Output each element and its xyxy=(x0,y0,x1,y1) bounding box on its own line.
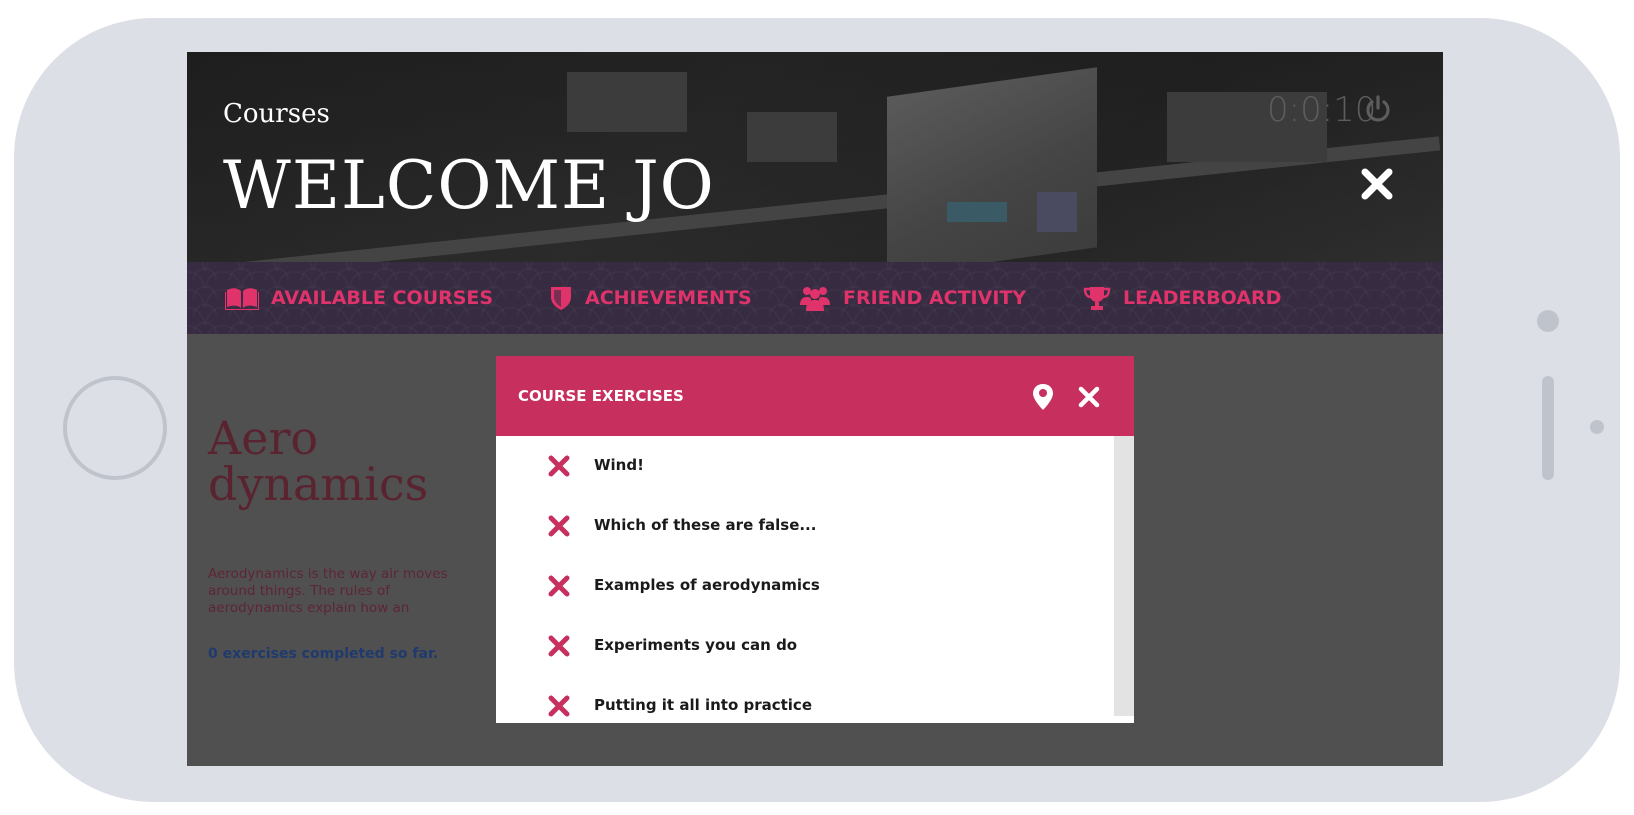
book-icon xyxy=(225,288,259,310)
course-title-line: dynamics xyxy=(208,457,429,511)
incomplete-x-icon xyxy=(548,695,570,717)
incomplete-x-icon xyxy=(548,455,570,477)
background-block xyxy=(567,72,687,132)
exercise-label: Examples of aerodynamics xyxy=(594,576,820,594)
exercise-row[interactable]: Experiments you can do xyxy=(496,616,1114,676)
session-timer: 0:0:10 xyxy=(1267,90,1377,130)
section-label: Courses xyxy=(223,99,330,129)
course-progress: 0 exercises completed so far. xyxy=(208,646,439,662)
camera-dot xyxy=(1537,310,1559,332)
speaker-grille xyxy=(1542,376,1554,480)
nav-label: FRIEND ACTIVITY xyxy=(843,287,1027,309)
exercise-row[interactable]: Which of these are false... xyxy=(496,496,1114,556)
shield-icon xyxy=(551,287,571,310)
nav-label: LEADERBOARD xyxy=(1123,287,1282,309)
nav-label: AVAILABLE COURSES xyxy=(271,287,494,309)
app-screen: Courses WELCOME JO 0:0:10 AVAILABLE COUR… xyxy=(187,52,1443,766)
exercise-list-scrollbar[interactable] xyxy=(1114,436,1134,716)
users-icon xyxy=(800,287,830,311)
close-icon[interactable] xyxy=(1360,167,1394,201)
course-description: Aerodynamics is the way air moves around… xyxy=(208,566,448,616)
background-building xyxy=(887,67,1097,262)
exercise-label: Putting it all into practice xyxy=(594,696,812,714)
map-pin-icon[interactable] xyxy=(1032,383,1054,411)
exercise-row[interactable]: Examples of aerodynamics xyxy=(496,556,1114,616)
incomplete-x-icon xyxy=(548,515,570,537)
background-awning xyxy=(947,202,1007,222)
background-block xyxy=(747,112,837,162)
close-icon[interactable] xyxy=(1078,386,1100,408)
nav-available-courses[interactable]: AVAILABLE COURSES xyxy=(225,262,493,334)
exercise-label: Experiments you can do xyxy=(594,636,798,654)
main-nav: AVAILABLE COURSES ACHIEVEMENTS FRIEND AC… xyxy=(187,262,1443,334)
exercise-row[interactable]: Wind! xyxy=(496,436,1114,496)
course-title: Aero dynamics xyxy=(208,415,488,507)
exercise-label: Wind! xyxy=(594,456,644,474)
modal-title: COURSE EXERCISES xyxy=(518,387,684,405)
exercise-list: Wind! Which of these are false... Exampl… xyxy=(496,436,1114,723)
nav-achievements[interactable]: ACHIEVEMENTS xyxy=(549,262,752,334)
exercise-row[interactable]: Putting it all into practice xyxy=(496,676,1114,723)
nav-leaderboard[interactable]: LEADERBOARD xyxy=(1083,262,1281,334)
home-button[interactable] xyxy=(63,376,167,480)
course-exercises-modal: COURSE EXERCISES Wind! Which of these ar… xyxy=(496,356,1134,723)
exercise-label: Which of these are false... xyxy=(594,516,817,534)
sensor-dot xyxy=(1590,420,1604,434)
hero-banner: Courses WELCOME JO 0:0:10 xyxy=(187,52,1443,262)
trophy-icon xyxy=(1083,287,1111,310)
nav-friend-activity[interactable]: FRIEND ACTIVITY xyxy=(799,262,1026,334)
modal-header: COURSE EXERCISES xyxy=(496,356,1134,436)
incomplete-x-icon xyxy=(548,635,570,657)
power-icon[interactable] xyxy=(1363,94,1393,124)
welcome-title: WELCOME JO xyxy=(223,147,715,224)
incomplete-x-icon xyxy=(548,575,570,597)
nav-label: ACHIEVEMENTS xyxy=(585,287,752,309)
background-awning xyxy=(1037,192,1077,232)
course-title-line: Aero xyxy=(208,411,319,465)
